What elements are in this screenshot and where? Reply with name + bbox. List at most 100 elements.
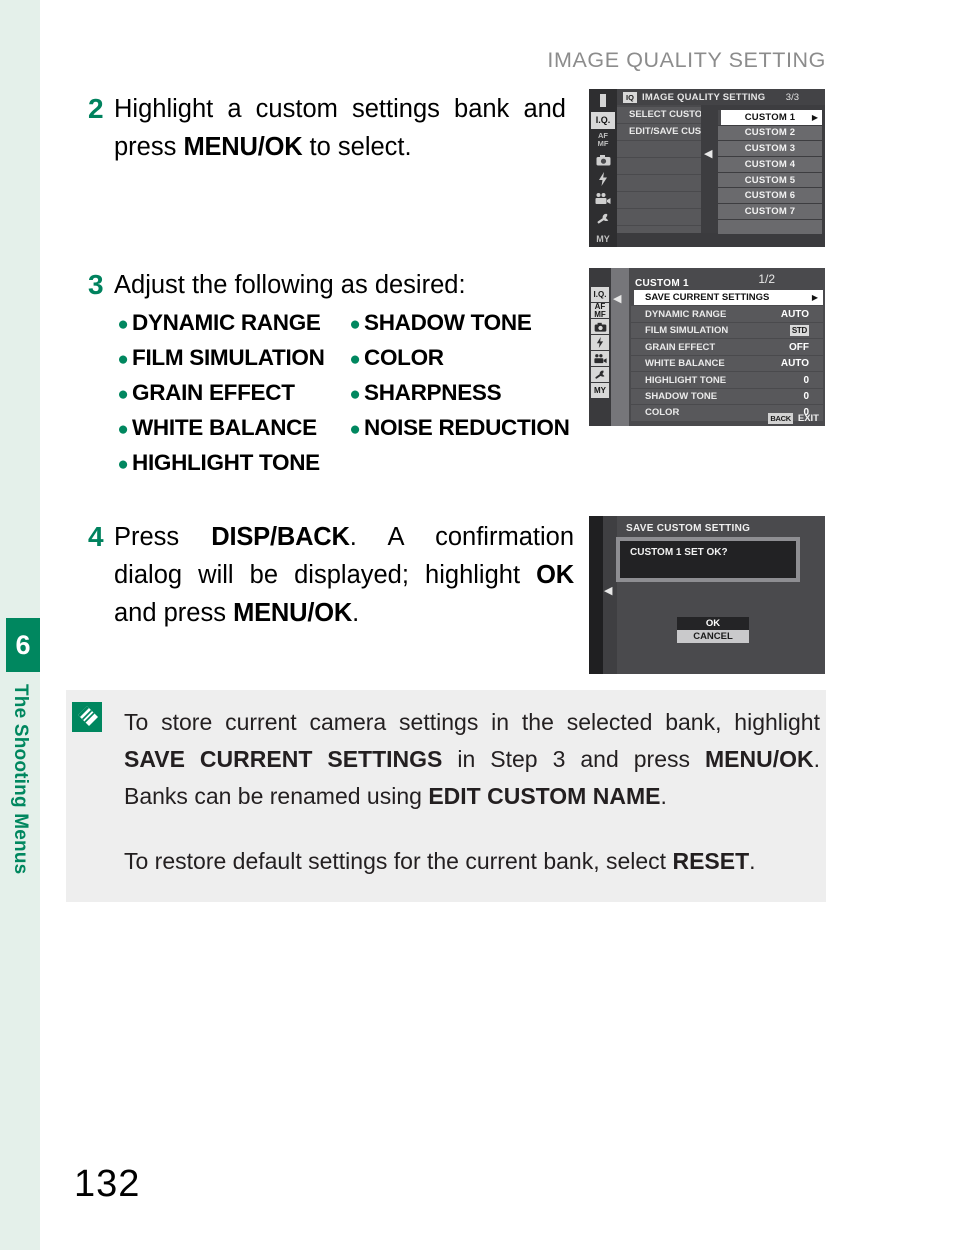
submenu-item-label: CUSTOM 2	[744, 127, 796, 139]
dialog-message-box: CUSTOM 1 SET OK?	[616, 537, 800, 582]
bullet-label: GRAIN EFFECT	[132, 380, 295, 405]
setting-label: WHITE BALANCE	[645, 358, 725, 370]
submenu-item-custom-6[interactable]: CUSTOM 6	[718, 188, 822, 203]
dialog-cancel-button[interactable]: CANCEL	[677, 630, 749, 643]
bullet-label: COLOR	[364, 345, 444, 370]
list-item: ● NOISE REDUCTION	[346, 411, 574, 446]
list-item: ● SHADOW TONE	[346, 306, 574, 341]
setting-value: AUTO	[780, 308, 809, 320]
note-box: To store current camera settings in the …	[66, 690, 826, 902]
dialog-message-text: CUSTOM 1 SET OK?	[630, 547, 728, 558]
left-arrow-icon: ◀	[604, 585, 613, 597]
note-bold-save-current-settings: SAVE CURRENT SETTINGS	[124, 746, 443, 772]
bullet-dot-icon: ●	[117, 419, 129, 440]
note-paragraph-1: To store current camera settings in the …	[124, 704, 820, 815]
step-3-bullets-left: ● DYNAMIC RANGE ● FILM SIMULATION ● GRAIN E…	[114, 306, 346, 481]
shooting-setting-icon[interactable]	[591, 151, 615, 168]
page-number: 132	[74, 1163, 141, 1205]
left-arrow-icon: ◀	[613, 293, 622, 305]
submenu-item-label: CUSTOM 5	[744, 174, 796, 186]
chapter-title-text: The Shooting Menus	[10, 684, 31, 875]
submenu-item-label: CUSTOM 1	[744, 111, 796, 123]
note-p2-c: .	[749, 848, 756, 874]
setting-value: STD	[789, 325, 809, 337]
submenu-item-custom-1[interactable]: CUSTOM 1	[718, 110, 822, 125]
movie-icon[interactable]	[591, 351, 609, 366]
af-mf-icon[interactable]: AF MF	[591, 302, 609, 318]
submenu-panel: CUSTOM 1 CUSTOM 2 CUSTOM 3 CUSTOM 4 CUST…	[701, 105, 825, 235]
setting-label: COLOR	[645, 407, 680, 419]
submenu-item-empty	[718, 219, 822, 235]
iq-badge-icon: IQ	[623, 91, 637, 103]
step-2-number: 2	[88, 93, 104, 124]
submenu-item-custom-2[interactable]: CUSTOM 2	[718, 125, 822, 141]
note-p2-a: To restore default settings for the curr…	[124, 848, 673, 874]
bullet-dot-icon: ●	[117, 384, 129, 405]
dialog-buttons: OK CANCEL	[677, 617, 749, 643]
chapter-number-tab: 6	[6, 618, 40, 672]
submenu-item-label: CUSTOM 4	[744, 158, 796, 170]
submenu-item-custom-5[interactable]: CUSTOM 5	[718, 172, 822, 188]
exit-label: EXIT	[797, 413, 819, 424]
step-2-bold-menu-ok: MENU/OK	[183, 133, 303, 161]
wrench-setup-icon[interactable]	[591, 211, 615, 228]
movie-icon[interactable]	[591, 191, 615, 208]
step-3-bullet-columns: ● DYNAMIC RANGE ● FILM SIMULATION ● GRAIN E…	[114, 306, 574, 481]
bullet-label: HIGHLIGHT TONE	[132, 450, 320, 475]
step-3: 3 Adjust the following as desired: ● DYNA…	[88, 266, 588, 481]
camera-screen-custom-1: I.Q. AF MF MY ◀ CUSTOM 1 1/2 SAVE CURRENT…	[589, 268, 825, 426]
step-4-bold-menu-ok: MENU/OK	[233, 599, 353, 627]
af-mf-icon[interactable]: AF MF	[591, 131, 615, 149]
setting-row-highlight-tone[interactable]: HIGHLIGHT TONE 0	[631, 372, 823, 388]
step-3-number: 3	[88, 269, 104, 300]
image-quality-icon[interactable]: I.Q.	[591, 287, 609, 302]
setting-label: DYNAMIC RANGE	[645, 308, 727, 320]
bullet-dot-icon: ●	[349, 419, 361, 440]
setting-value: AUTO	[780, 358, 809, 370]
step-4-number: 4	[88, 521, 104, 552]
step-3-body: Adjust the following as desired: ● DYNAMI…	[114, 266, 574, 481]
step-4-text-part4: .	[352, 599, 360, 627]
setting-value: OFF	[789, 341, 809, 353]
setting-row-shadow-tone[interactable]: SHADOW TONE 0	[631, 388, 823, 405]
submenu-item-custom-7[interactable]: CUSTOM 7	[718, 204, 822, 219]
setting-row-save-current-settings[interactable]: SAVE CURRENT SETTINGS	[631, 290, 823, 306]
setting-value: 0	[803, 391, 809, 402]
list-item: ● DYNAMIC RANGE	[114, 306, 346, 341]
my-menu-icon[interactable]: MY	[591, 383, 609, 398]
step-4-bold-ok: OK	[536, 561, 574, 589]
bullet-dot-icon: ●	[117, 314, 129, 335]
submenu-item-custom-4[interactable]: CUSTOM 4	[718, 157, 822, 172]
film-simulation-std-badge-icon: STD	[789, 325, 809, 337]
submenu-item-label: CUSTOM 7	[744, 205, 796, 217]
image-quality-icon[interactable]: I.Q.	[591, 111, 615, 129]
flash-icon[interactable]	[591, 335, 609, 350]
menu-tab-rail: I.Q. AF MF MY	[589, 268, 611, 426]
note-p1-g: .	[660, 783, 667, 809]
flash-icon[interactable]	[591, 171, 615, 188]
shooting-setting-icon[interactable]	[591, 319, 609, 334]
bullet-label: NOISE REDUCTION	[364, 415, 570, 440]
submenu-item-custom-3[interactable]: CUSTOM 3	[718, 141, 822, 156]
setting-row-grain-effect[interactable]: GRAIN EFFECT OFF	[631, 339, 823, 355]
setting-label: HIGHLIGHT TONE	[645, 374, 727, 386]
bullet-label: DYNAMIC RANGE	[132, 310, 321, 335]
wrench-setup-icon[interactable]	[591, 367, 609, 382]
setting-row-white-balance[interactable]: WHITE BALANCE AUTO	[631, 355, 823, 372]
menu-gutter	[611, 268, 629, 426]
note-bold-menu-ok: MENU/OK	[704, 746, 814, 772]
step-4-text-part3: and press	[114, 599, 234, 627]
setting-row-dynamic-range[interactable]: DYNAMIC RANGE AUTO	[631, 306, 823, 322]
dialog-ok-button[interactable]: OK	[677, 617, 749, 630]
step-3-bullets-right: ● SHADOW TONE ● COLOR ● SHARPNESS ● NOISE RE…	[346, 306, 574, 481]
list-item: ● FILM SIMULATION	[114, 341, 346, 376]
note-p1-a: To store current camera settings in the …	[124, 709, 820, 735]
submenu-item-label: CUSTOM 3	[744, 143, 796, 155]
setting-row-film-simulation[interactable]: FILM SIMULATION STD	[631, 322, 823, 339]
settings-list: SAVE CURRENT SETTINGS DYNAMIC RANGE AUTO…	[631, 290, 823, 422]
dialog-message-inner: CUSTOM 1 SET OK?	[620, 541, 796, 578]
my-menu-icon[interactable]: MY	[591, 230, 615, 247]
bullet-dot-icon: ●	[117, 349, 129, 370]
bullet-label: FILM SIMULATION	[132, 345, 325, 370]
screen-title-bar: IQ IMAGE QUALITY SETTING 3/3	[617, 89, 825, 105]
